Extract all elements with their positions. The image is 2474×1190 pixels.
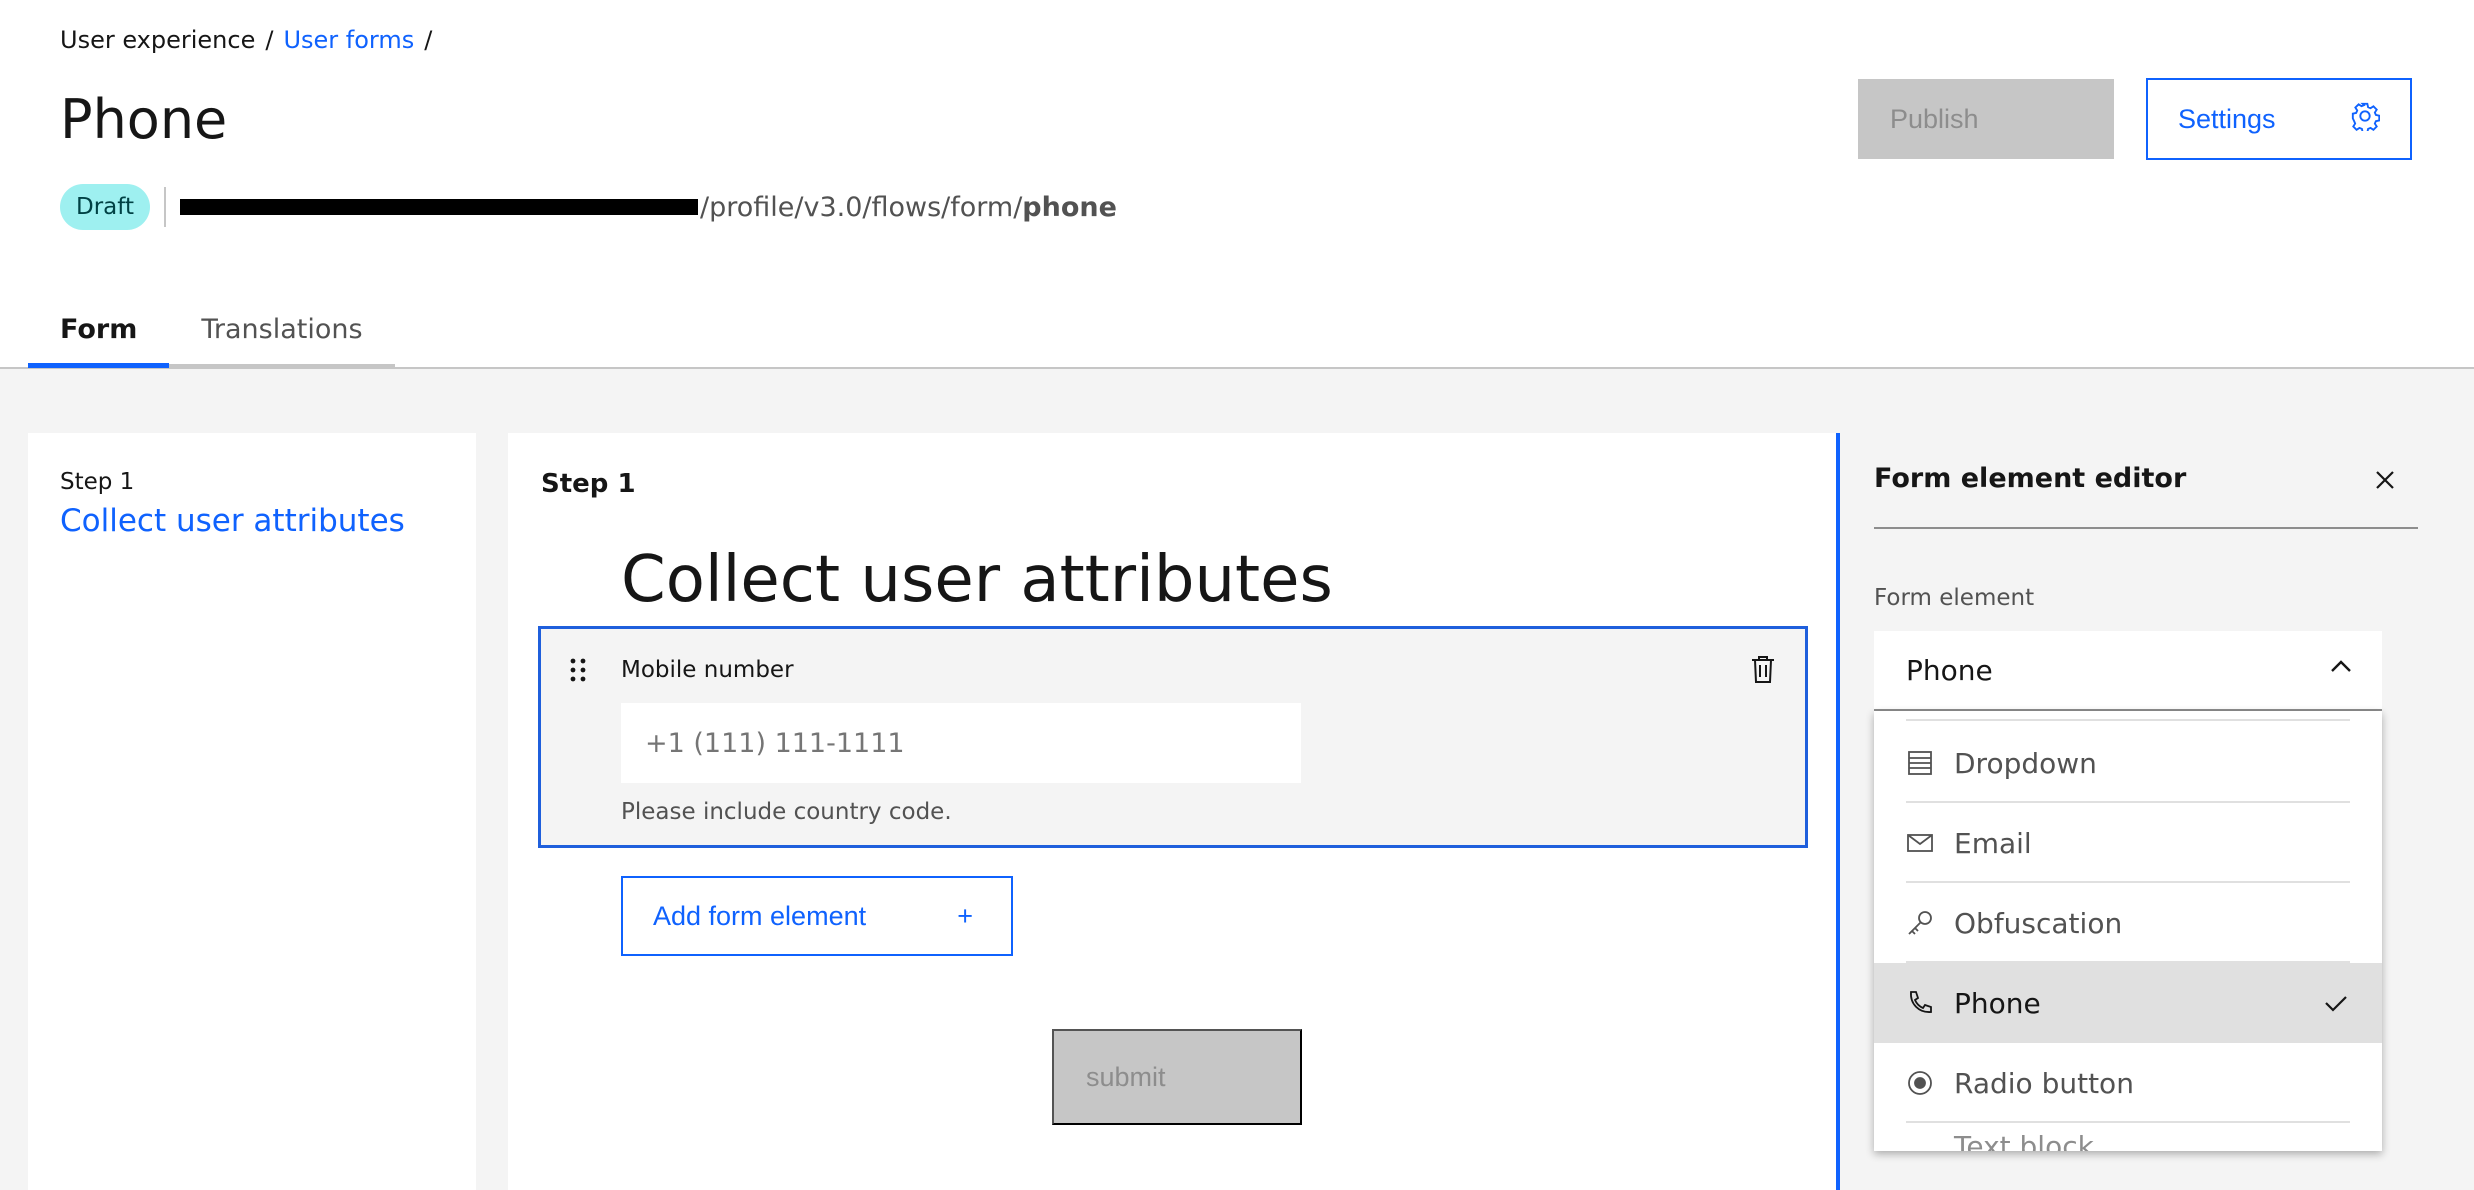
publish-button[interactable]: Publish — [1858, 79, 2114, 159]
tab-translations[interactable]: Translations — [169, 300, 395, 368]
steps-panel: Step 1 Collect user attributes — [28, 433, 476, 1190]
helper-text: Please include country code. — [621, 799, 952, 825]
add-form-element-label: Add form element — [653, 900, 867, 931]
option-dropdown[interactable]: Dropdown — [1874, 723, 2382, 803]
submit-button[interactable]: submit — [1052, 1029, 1302, 1125]
list-icon — [1906, 749, 1934, 777]
tab-list: Form Translations — [28, 300, 395, 368]
divider — [2252, 527, 2418, 529]
flow-url-path: /profile/v3.0/flows/form/ — [699, 191, 1023, 223]
form-step-label: Step 1 — [541, 469, 636, 499]
divider — [1874, 527, 2252, 529]
chevron-up-icon — [2328, 654, 2354, 687]
redacted-hostname — [179, 199, 698, 215]
breadcrumb-link-user-forms[interactable]: User forms — [283, 26, 414, 54]
option-obfuscation[interactable]: Obfuscation — [1874, 883, 2382, 963]
option-label: Dropdown — [1954, 746, 2097, 780]
form-element-editor: Form element editor Form element Phone D… — [1836, 433, 2474, 1190]
breadcrumb-separator: / — [424, 26, 433, 54]
breadcrumb-root: User experience — [60, 26, 256, 54]
option-label: Radio button — [1954, 1066, 2134, 1100]
form-element-options: Dropdown Email Obfuscation Phone Radio b… — [1874, 711, 2382, 1151]
flow-url-slug: phone — [1022, 191, 1117, 223]
option-email[interactable]: Email — [1874, 803, 2382, 883]
option-label: Email — [1954, 826, 2032, 860]
form-element-select[interactable]: Phone — [1874, 631, 2382, 711]
option-text-block[interactable]: Text block — [1874, 1123, 2382, 1151]
option-label: Phone — [1954, 986, 2041, 1020]
page-title: Phone — [60, 88, 228, 151]
text-icon — [1906, 1135, 1934, 1151]
step-link[interactable]: Collect user attributes — [60, 503, 444, 539]
key-icon — [1906, 909, 1934, 937]
phone-icon — [1906, 989, 1934, 1017]
form-element-label: Form element — [1874, 585, 2035, 611]
radio-icon — [1906, 1069, 1934, 1097]
plus-icon: + — [957, 900, 973, 931]
breadcrumb-separator: / — [265, 26, 274, 54]
divider — [163, 187, 166, 227]
form-preview-panel: Step 1 Collect user attributes Mobile nu… — [508, 433, 1838, 1190]
option-phone[interactable]: Phone — [1874, 963, 2382, 1043]
select-value: Phone — [1906, 653, 1993, 687]
divider — [1874, 711, 2382, 723]
selected-form-element[interactable]: Mobile number Please include country cod… — [538, 626, 1808, 848]
flow-meta: Draft /profile/v3.0/flows/form/phone — [60, 184, 1117, 230]
gear-icon — [2350, 101, 2381, 138]
close-icon[interactable] — [2372, 467, 2398, 493]
settings-button-label: Settings — [2178, 103, 2276, 134]
option-label: Obfuscation — [1954, 906, 2123, 940]
flow-url: /profile/v3.0/flows/form/phone — [700, 192, 1117, 223]
form-heading[interactable]: Collect user attributes — [621, 543, 1333, 617]
field-label: Mobile number — [621, 657, 794, 683]
drag-handle-icon[interactable] — [569, 657, 587, 683]
step-label: Step 1 — [60, 469, 135, 495]
breadcrumb: User experience / User forms / — [60, 26, 432, 54]
status-badge: Draft — [60, 184, 150, 230]
settings-button[interactable]: Settings — [2146, 78, 2412, 160]
option-label: Text block — [1954, 1130, 2094, 1151]
tab-form[interactable]: Form — [28, 300, 170, 368]
trash-icon[interactable] — [1747, 653, 1779, 685]
checkmark-icon — [2322, 989, 2350, 1017]
editor-title: Form element editor — [1874, 463, 2187, 494]
envelope-icon — [1906, 829, 1934, 857]
add-form-element-button[interactable]: Add form element + — [621, 876, 1013, 956]
mobile-number-input[interactable] — [621, 703, 1301, 783]
option-radio-button[interactable]: Radio button — [1874, 1043, 2382, 1123]
